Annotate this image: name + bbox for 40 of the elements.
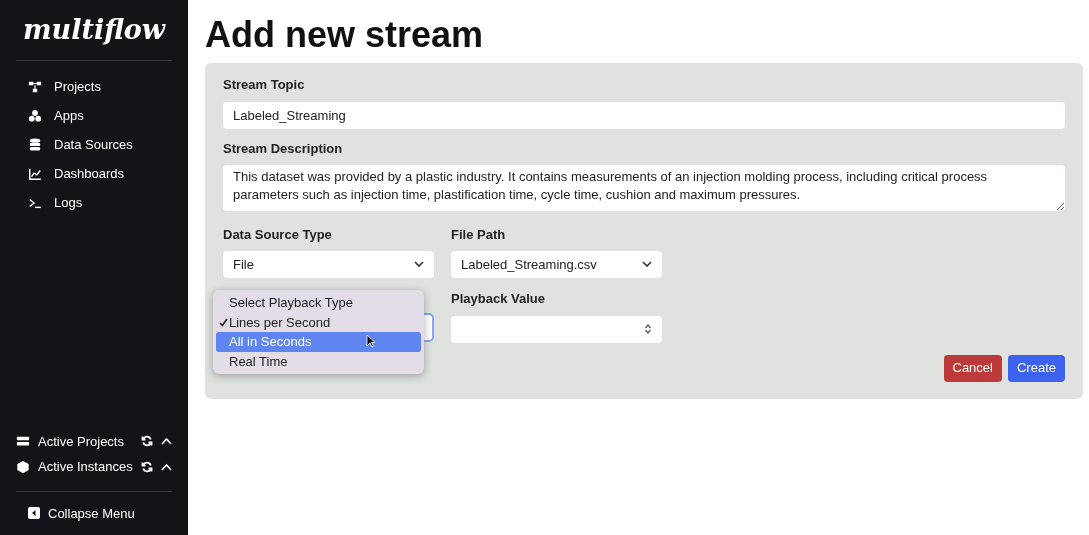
page-title: Add new stream xyxy=(205,13,485,57)
section-label: Active Instances xyxy=(38,458,133,476)
collapse-menu-button[interactable]: Collapse Menu xyxy=(28,503,135,523)
field-label: Data Source Type xyxy=(223,225,333,244)
field-label: Stream Topic xyxy=(223,76,306,94)
create-button[interactable]: Create xyxy=(1007,354,1065,382)
refresh-icon[interactable] xyxy=(141,435,153,448)
cube-icon xyxy=(16,459,30,474)
file-path-select[interactable]: Labeled_Streaming.csv xyxy=(451,251,662,278)
nav-item[interactable]: Data Sources xyxy=(28,135,172,154)
nav-item[interactable]: Dashboards xyxy=(28,164,172,183)
chevron-down-icon xyxy=(414,261,424,268)
menu-option[interactable]: Real Time xyxy=(216,351,421,371)
menu-option[interactable]: Lines per Second xyxy=(216,312,421,332)
chevron-down-icon xyxy=(642,261,652,268)
field-label: File Path xyxy=(451,225,507,244)
field-label: Stream Description xyxy=(223,139,344,158)
nav-item[interactable]: Logs xyxy=(28,193,172,212)
chevron-up-icon[interactable] xyxy=(161,437,172,446)
data-source-type-select[interactable]: File xyxy=(223,251,434,278)
nav-item[interactable]: Projects xyxy=(28,77,172,96)
collapse-icon xyxy=(28,507,40,520)
section-label: Active Projects xyxy=(38,432,124,451)
chevron-up-icon[interactable] xyxy=(161,462,172,471)
stream-topic-field[interactable]: Labeled_Streaming xyxy=(223,101,1065,129)
refresh-icon[interactable] xyxy=(141,460,153,473)
menu-option[interactable]: Select Playback Type xyxy=(216,293,421,313)
logo: multiflow xyxy=(22,13,166,47)
spinner-icon xyxy=(644,323,652,335)
cubes-icon xyxy=(28,108,42,123)
playback-value-field[interactable] xyxy=(451,315,662,343)
cursor-icon xyxy=(366,334,375,348)
checkmark-icon xyxy=(219,317,228,327)
nav-item[interactable]: Apps xyxy=(28,106,172,125)
line-chart-icon xyxy=(28,166,42,181)
field-label: Playback Value xyxy=(451,290,546,308)
cancel-button[interactable]: Cancel xyxy=(943,354,1002,382)
stream-description-field[interactable]: This dataset was provided by a plastic industry. It contains measurements of an injection molding process, including critical process parameters such as injection time, plastification time, cycle time, cushion and maximum pressures. xyxy=(223,165,1065,211)
database-icon xyxy=(28,137,42,152)
diagram-icon xyxy=(28,79,42,94)
